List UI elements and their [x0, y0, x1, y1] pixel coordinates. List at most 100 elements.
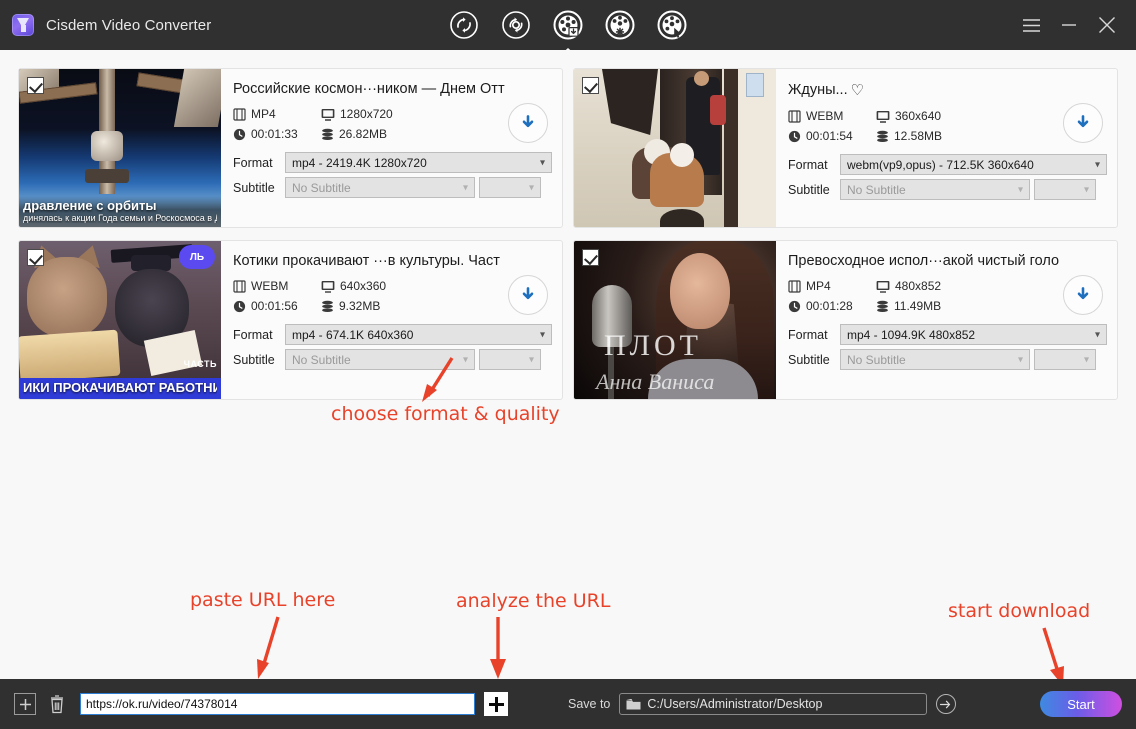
meta-container: MP4: [233, 107, 321, 121]
meta-container: MP4: [788, 279, 876, 293]
delete-button[interactable]: [46, 692, 68, 716]
meta-container: WEBM: [788, 109, 876, 123]
annotation-analyze-url: analyze the URL: [456, 590, 611, 612]
subtitle-row: Subtitle No Subtitle ▾ ▾: [788, 179, 1107, 200]
toolbar-download-icon[interactable]: [549, 6, 587, 44]
video-title: Превосходное испол···акой чистый голо: [788, 253, 1060, 269]
video-title: Котики прокачивают ···в культуры. Част: [233, 253, 500, 269]
thumb-caption-title: дравление с орбиты: [23, 198, 157, 213]
meta-resolution-value: 480x852: [895, 279, 942, 293]
start-button[interactable]: Start: [1040, 691, 1122, 717]
video-meta: MP4 480x852 00:01:28 11.49MB: [788, 279, 1107, 313]
subtitle-lang-select[interactable]: ▾: [1034, 349, 1096, 370]
video-info: Российские космон···ником — Днем Отт MP4…: [221, 69, 562, 227]
thumb-caption-sub: динялась к акции Года семьи и Роскосмоса…: [23, 213, 217, 223]
format-row: Format mp4 - 2419.4K 1280x720 ▾: [233, 152, 552, 173]
meta-size-value: 9.32MB: [339, 299, 381, 313]
toolbar-dvd-icon[interactable]: [653, 6, 691, 44]
subtitle-select[interactable]: No Subtitle ▾: [285, 177, 475, 198]
video-checkbox[interactable]: [27, 77, 44, 94]
video-info: Ждуны... ♡ WEBM 360x640 00:01:54 12.58MB…: [776, 69, 1117, 227]
meta-duration-value: 00:01:56: [251, 299, 298, 313]
format-label: Format: [233, 155, 273, 170]
toolbar-compress-icon[interactable]: [497, 6, 535, 44]
format-select[interactable]: mp4 - 2419.4K 1280x720 ▾: [285, 152, 552, 173]
minimize-icon[interactable]: [1050, 6, 1088, 44]
thumb-art: [660, 209, 704, 227]
video-options: Format webm(vp9,opus) - 712.5K 360x640 ▾…: [788, 154, 1107, 204]
analyze-url-button[interactable]: [484, 692, 508, 716]
close-icon[interactable]: [1088, 6, 1126, 44]
subtitle-label: Subtitle: [233, 180, 275, 195]
subtitle-select[interactable]: No Subtitle ▾: [840, 349, 1030, 370]
video-title: Ждуны... ♡: [788, 81, 1107, 99]
video-card[interactable]: дравление с орбиты динялась к акции Года…: [18, 68, 563, 228]
thumb-art: [27, 257, 107, 337]
chevron-down-icon: ▾: [539, 157, 545, 168]
video-title: Российские космон···ником — Днем Отт: [233, 81, 505, 97]
video-checkbox[interactable]: [27, 249, 44, 266]
video-info: Котики прокачивают ···в культуры. Част W…: [221, 241, 562, 399]
meta-duration: 00:01:56: [233, 299, 321, 313]
video-thumbnail[interactable]: [574, 69, 776, 227]
url-input[interactable]: https://ok.ru/video/74378014: [80, 693, 475, 715]
meta-duration-value: 00:01:28: [806, 299, 853, 313]
thumb-art: [19, 329, 121, 383]
meta-container-value: WEBM: [251, 279, 289, 293]
video-thumbnail[interactable]: ЛЬ ЧАСТЬ ИКИ ПРОКАЧИВАЮТ РАБОТНИКОВ КУЛЬ…: [19, 241, 221, 399]
meta-duration: 00:01:54: [788, 129, 876, 143]
meta-container-value: WEBM: [806, 109, 844, 123]
meta-resolution-value: 640x360: [340, 279, 387, 293]
video-meta: MP4 1280x720 00:01:33 26.82MB: [233, 107, 552, 141]
download-button[interactable]: [508, 275, 548, 315]
annotation-arrow-paste-url: [257, 616, 280, 679]
format-row: Format mp4 - 1094.9K 480x852 ▾: [788, 324, 1107, 345]
annotation-arrow-analyze-url: [490, 617, 506, 679]
video-thumbnail[interactable]: ПЛОТ Анна Ваниса: [574, 241, 776, 399]
format-value: mp4 - 1094.9K 480x852: [847, 327, 976, 342]
subtitle-select[interactable]: No Subtitle ▾: [840, 179, 1030, 200]
thumb-art: [670, 143, 694, 167]
video-checkbox[interactable]: [582, 249, 599, 266]
chevron-down-icon: ▾: [528, 354, 534, 365]
meta-size-value: 11.49MB: [894, 299, 942, 313]
thumb-art: [670, 253, 730, 329]
download-button[interactable]: [508, 103, 548, 143]
save-path-field[interactable]: C:/Users/Administrator/Desktop: [619, 693, 928, 715]
meta-resolution-value: 1280x720: [340, 107, 393, 121]
open-folder-button[interactable]: [936, 694, 957, 714]
add-task-button[interactable]: [14, 693, 36, 715]
subtitle-value: No Subtitle: [292, 180, 351, 195]
subtitle-lang-select[interactable]: ▾: [479, 177, 541, 198]
subtitle-value: No Subtitle: [847, 352, 906, 367]
video-options: Format mp4 - 674.1K 640x360 ▾ Subtitle N…: [233, 324, 552, 374]
video-card[interactable]: ЛЬ ЧАСТЬ ИКИ ПРОКАЧИВАЮТ РАБОТНИКОВ КУЛЬ…: [18, 240, 563, 400]
chevron-down-icon: ▾: [539, 329, 545, 340]
video-thumbnail[interactable]: дравление с орбиты динялась к акции Года…: [19, 69, 221, 227]
bottom-bar: https://ok.ru/video/74378014 Save to C:/…: [0, 679, 1136, 729]
format-select[interactable]: webm(vp9,opus) - 712.5K 360x640 ▾: [840, 154, 1107, 175]
hamburger-menu-icon[interactable]: [1012, 6, 1050, 44]
subtitle-lang-select[interactable]: ▾: [479, 349, 541, 370]
thumb-caption: ИКИ ПРОКАЧИВАЮТ РАБОТНИКОВ КУЛЬТУР: [19, 378, 221, 399]
video-card[interactable]: ПЛОТ Анна Ваниса Превосходное испол···ак…: [573, 240, 1118, 400]
subtitle-row: Subtitle No Subtitle ▾ ▾: [233, 177, 552, 198]
format-value: mp4 - 674.1K 640x360: [292, 327, 414, 342]
video-checkbox[interactable]: [582, 77, 599, 94]
format-select[interactable]: mp4 - 1094.9K 480x852 ▾: [840, 324, 1107, 345]
chevron-down-icon: ▾: [1094, 329, 1100, 340]
subtitle-lang-select[interactable]: ▾: [1034, 179, 1096, 200]
format-label: Format: [788, 327, 828, 342]
annotation-start-download: start download: [948, 600, 1091, 622]
toolbar-edit-icon[interactable]: [601, 6, 639, 44]
chevron-down-icon: ▾: [1083, 354, 1089, 365]
download-button[interactable]: [1063, 275, 1103, 315]
video-card[interactable]: Ждуны... ♡ WEBM 360x640 00:01:54 12.58MB…: [573, 68, 1118, 228]
chevron-down-icon: ▾: [462, 182, 468, 193]
meta-resolution-value: 360x640: [895, 109, 942, 123]
toolbar-convert-icon[interactable]: [445, 6, 483, 44]
thumb-art: [173, 69, 221, 127]
download-button[interactable]: [1063, 103, 1103, 143]
thumb-art: [91, 131, 123, 161]
format-select[interactable]: mp4 - 674.1K 640x360 ▾: [285, 324, 552, 345]
